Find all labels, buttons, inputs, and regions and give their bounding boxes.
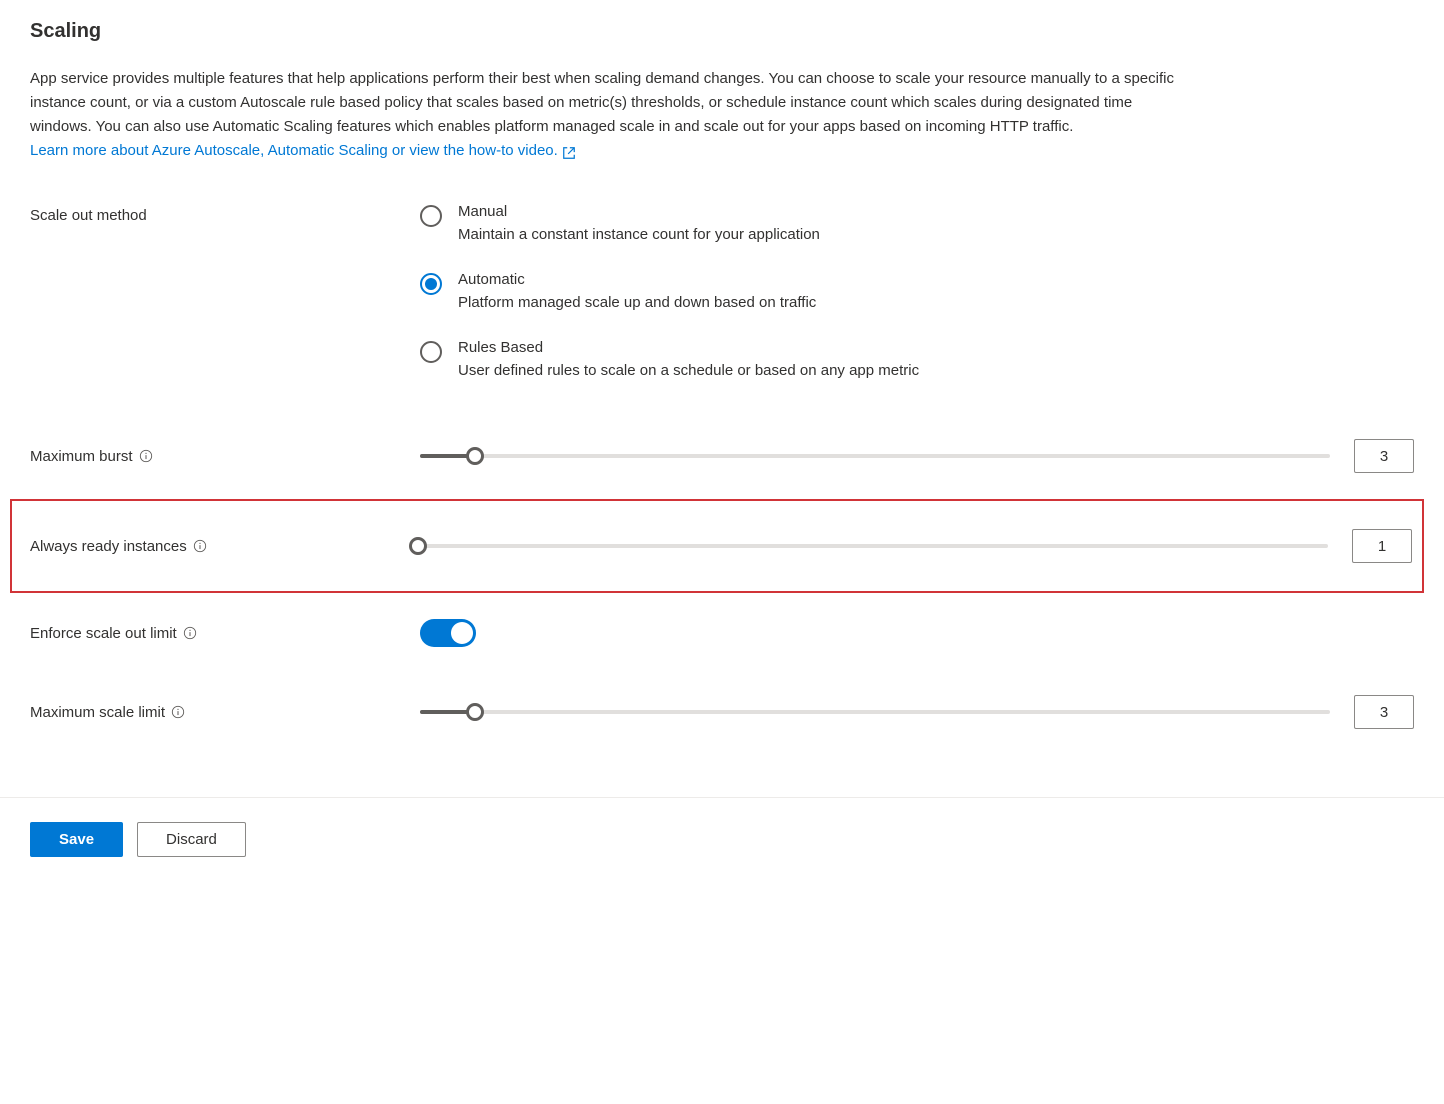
maximum-scale-limit-input[interactable] (1354, 695, 1414, 729)
radio-label-rules: Rules Based (458, 339, 919, 356)
radio-button-automatic[interactable] (420, 273, 442, 295)
save-button[interactable]: Save (30, 822, 123, 857)
discard-button[interactable]: Discard (137, 822, 246, 857)
slider-thumb[interactable] (466, 447, 484, 465)
info-icon[interactable] (171, 705, 185, 719)
info-icon[interactable] (193, 539, 207, 553)
scale-out-method-label: Scale out method (30, 203, 420, 224)
radio-option-rules[interactable]: Rules Based User defined rules to scale … (420, 339, 919, 379)
always-ready-row: Always ready instances (10, 499, 1424, 593)
toggle-thumb (451, 622, 473, 644)
radio-button-manual[interactable] (420, 205, 442, 227)
radio-option-manual[interactable]: Manual Maintain a constant instance coun… (420, 203, 919, 243)
radio-label-automatic: Automatic (458, 271, 816, 288)
radio-option-automatic[interactable]: Automatic Platform managed scale up and … (420, 271, 919, 311)
always-ready-slider[interactable] (418, 544, 1328, 548)
learn-more-text: Learn more about Azure Autoscale, Automa… (30, 139, 558, 163)
maximum-scale-limit-row: Maximum scale limit (30, 687, 1414, 737)
scale-out-radio-group: Manual Maintain a constant instance coun… (420, 203, 919, 379)
enforce-limit-toggle[interactable] (420, 619, 476, 647)
info-icon[interactable] (139, 449, 153, 463)
external-link-icon (562, 144, 576, 158)
page-title: Scaling (30, 20, 1414, 43)
maximum-burst-slider[interactable] (420, 454, 1330, 458)
slider-thumb[interactable] (466, 703, 484, 721)
maximum-scale-limit-label: Maximum scale limit (30, 704, 165, 721)
always-ready-input[interactable] (1352, 529, 1412, 563)
info-icon[interactable] (183, 626, 197, 640)
radio-label-manual: Manual (458, 203, 820, 220)
enforce-limit-label: Enforce scale out limit (30, 625, 177, 642)
radio-description-manual: Maintain a constant instance count for y… (458, 226, 820, 243)
radio-description-automatic: Platform managed scale up and down based… (458, 294, 816, 311)
enforce-limit-row: Enforce scale out limit (30, 611, 1414, 655)
always-ready-label: Always ready instances (30, 538, 187, 555)
maximum-scale-limit-slider[interactable] (420, 710, 1330, 714)
maximum-burst-label: Maximum burst (30, 448, 133, 465)
radio-button-rules[interactable] (420, 341, 442, 363)
slider-thumb[interactable] (409, 537, 427, 555)
description-text: App service provides multiple features t… (30, 70, 1174, 135)
maximum-burst-input[interactable] (1354, 439, 1414, 473)
learn-more-link[interactable]: Learn more about Azure Autoscale, Automa… (30, 139, 576, 163)
radio-description-rules: User defined rules to scale on a schedul… (458, 362, 919, 379)
scale-out-method-label-text: Scale out method (30, 207, 147, 224)
scaling-description: App service provides multiple features t… (30, 67, 1180, 163)
maximum-burst-row: Maximum burst (30, 431, 1414, 481)
footer: Save Discard (0, 798, 1444, 881)
